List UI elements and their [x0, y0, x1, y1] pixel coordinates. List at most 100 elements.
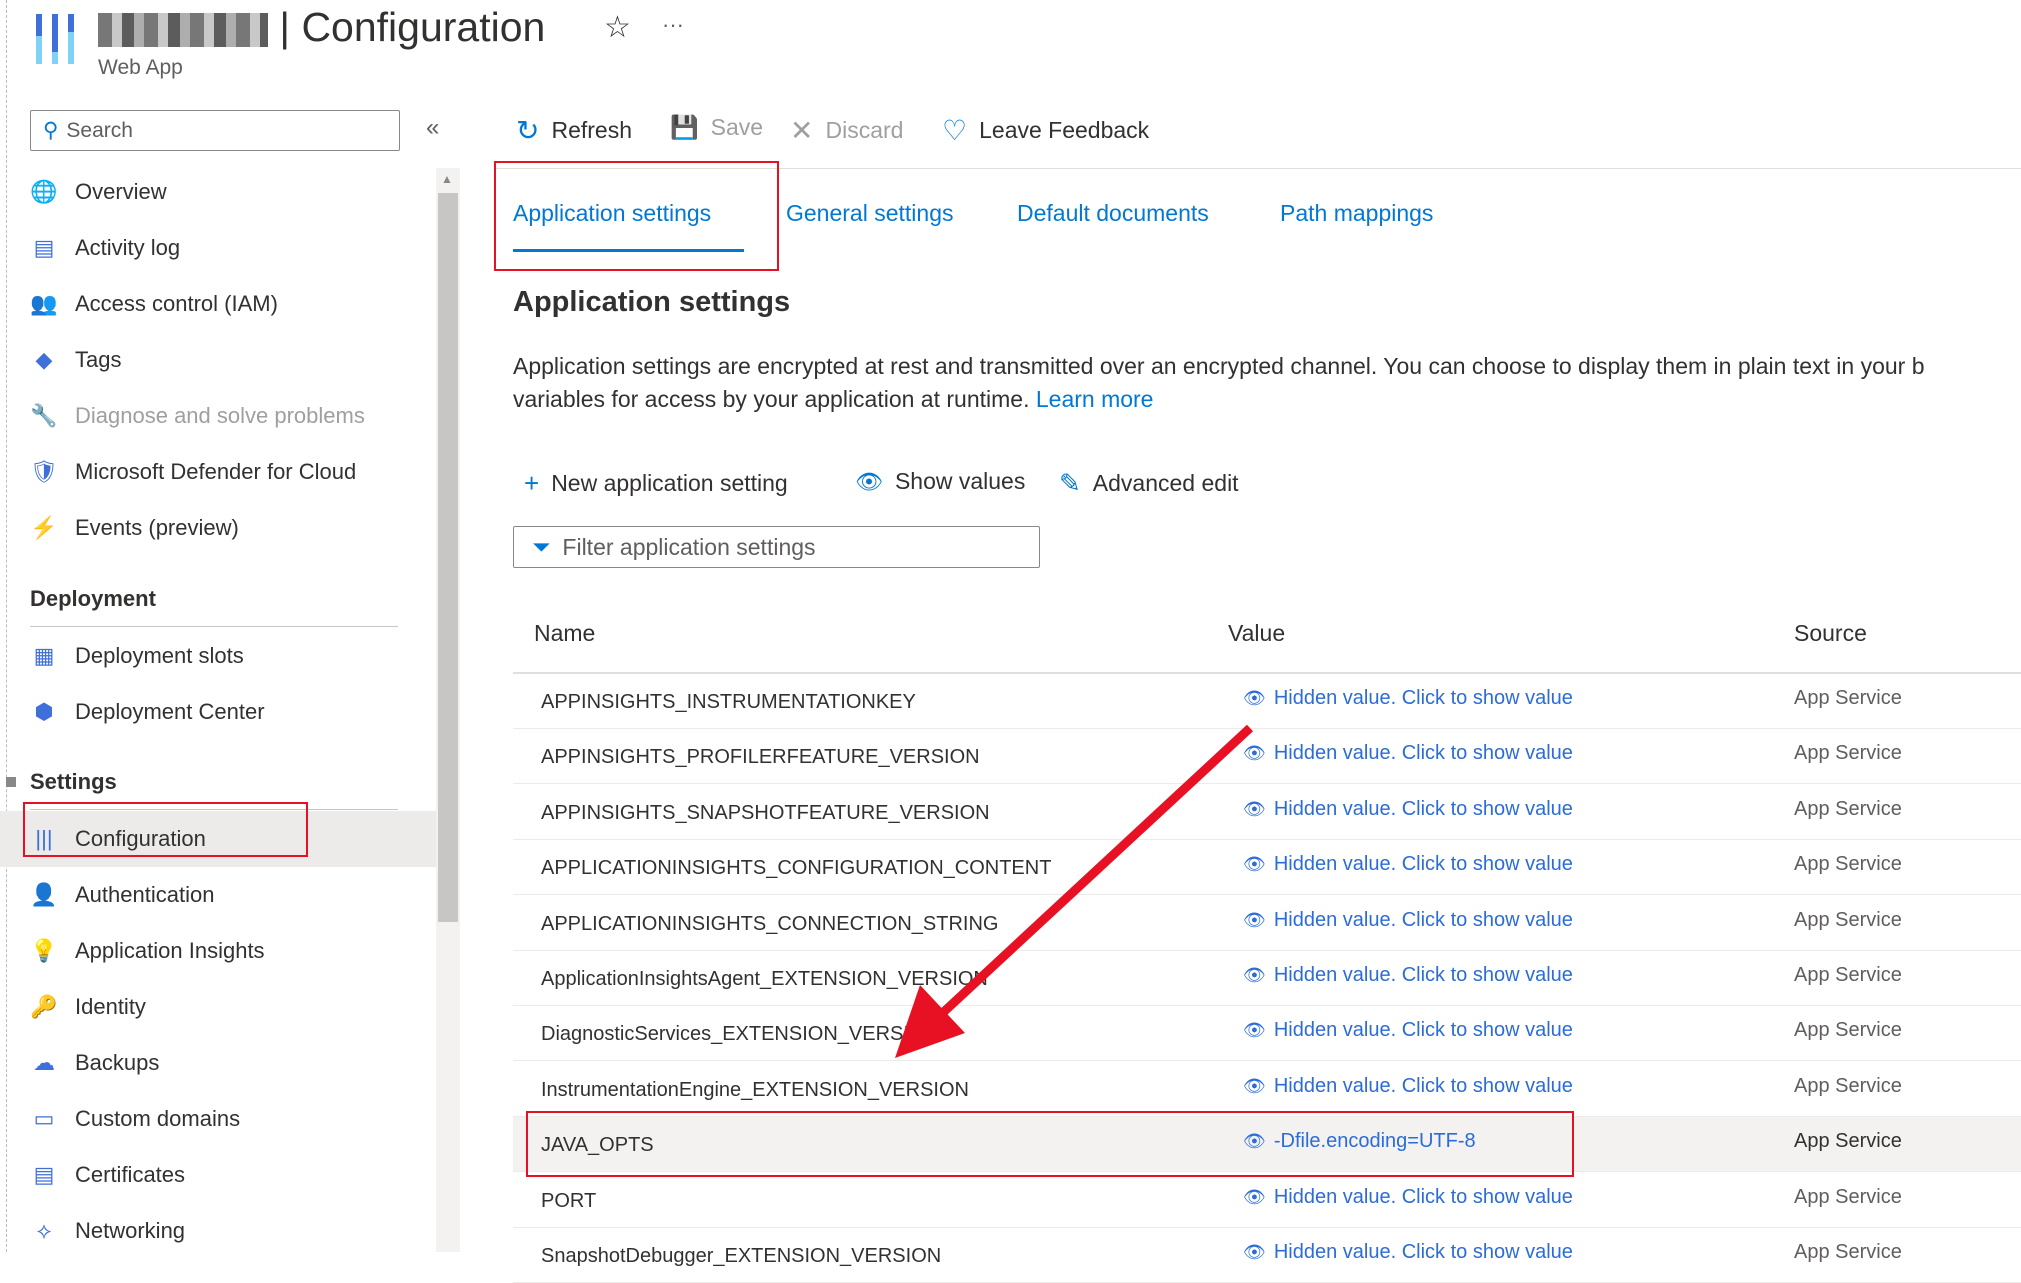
- setting-source: App Service: [1794, 1075, 1902, 1098]
- deployment-slots-icon: ▦: [30, 642, 58, 670]
- advanced-edit-button[interactable]: ✎Advanced edit: [1059, 468, 1239, 499]
- refresh-button[interactable]: ↻Refresh: [516, 114, 632, 147]
- column-header-name[interactable]: Name: [534, 620, 595, 647]
- save-button[interactable]: 💾Save: [670, 114, 763, 141]
- sidebar-item-overview[interactable]: 🌐Overview: [0, 164, 436, 220]
- column-header-value[interactable]: Value: [1228, 620, 1285, 647]
- sidebar-item-backups[interactable]: ☁Backups: [0, 1035, 436, 1091]
- table-row[interactable]: InstrumentationEngine_EXTENSION_VERSION …: [513, 1062, 2021, 1117]
- sidebar-item-diagnose-and-solve-problems[interactable]: 🔧Diagnose and solve problems: [0, 388, 436, 444]
- setting-value[interactable]: 👁Hidden value. Click to show value: [1243, 964, 1573, 987]
- save-label: Save: [711, 114, 763, 141]
- refresh-label: Refresh: [551, 117, 632, 144]
- setting-value[interactable]: 👁 Hidden value. Click to show value: [1243, 687, 1573, 710]
- filter-input[interactable]: ⏷ Filter application settings: [513, 526, 1040, 568]
- sidebar-item-identity[interactable]: 🔑Identity: [0, 979, 436, 1035]
- sidebar-item-networking[interactable]: ⟡Networking: [0, 1203, 436, 1259]
- tab-default-documents[interactable]: Default documents: [1017, 200, 1209, 227]
- setting-value[interactable]: 👁Hidden value. Click to show value: [1243, 1075, 1573, 1098]
- eye-icon[interactable]: 👁: [1243, 1020, 1266, 1041]
- setting-source: App Service: [1794, 1130, 1902, 1153]
- table-row[interactable]: DiagnosticServices_EXTENSION_VERSION 👁Hi…: [513, 1006, 2021, 1061]
- setting-source: App Service: [1794, 909, 1902, 932]
- eye-icon[interactable]: 👁: [1243, 799, 1266, 820]
- eye-icon: 👁: [855, 469, 883, 495]
- eye-icon[interactable]: 👁: [1243, 1242, 1266, 1263]
- discard-button[interactable]: ✕Discard: [790, 114, 903, 147]
- table-row[interactable]: SnapshotDebugger_EXTENSION_VERSION 👁Hidd…: [513, 1228, 2021, 1283]
- log-icon: ▤: [30, 234, 58, 262]
- table-row[interactable]: ApplicationInsightsAgent_EXTENSION_VERSI…: [513, 951, 2021, 1006]
- globe-icon: 🌐: [30, 178, 58, 206]
- authentication-icon: 👤: [30, 881, 58, 909]
- label: New application setting: [551, 470, 788, 497]
- sidebar-search-input[interactable]: ⚲ Search: [30, 110, 400, 151]
- setting-value-text: Hidden value. Click to show value: [1274, 798, 1573, 821]
- sidebar-item-events-preview[interactable]: ⚡Events (preview): [0, 500, 436, 556]
- more-icon[interactable]: ···: [662, 12, 684, 38]
- eye-icon[interactable]: 👁: [1243, 910, 1266, 931]
- setting-value-text: Hidden value. Click to show value: [1274, 1241, 1573, 1264]
- collapse-sidebar-button[interactable]: «: [426, 114, 439, 142]
- table-row[interactable]: APPINSIGHTS_PROFILERFEATURE_VERSION 👁Hid…: [513, 729, 2021, 784]
- setting-value[interactable]: 👁 Hidden value. Click to show value: [1243, 1241, 1573, 1264]
- setting-value[interactable]: 👁 Hidden value. Click to show value: [1243, 798, 1573, 821]
- setting-value-text: Hidden value. Click to show value: [1274, 1019, 1573, 1042]
- page-title-text: | Configuration: [279, 4, 545, 50]
- setting-value[interactable]: 👁Hidden value. Click to show value: [1243, 853, 1573, 876]
- eye-icon[interactable]: 👁: [1243, 854, 1266, 875]
- leave-feedback-button[interactable]: ♡Leave Feedback: [942, 114, 1149, 147]
- sidebar-item-microsoft-defender-for-cloud[interactable]: 🛡Microsoft Defender for Cloud: [0, 444, 436, 500]
- wrench-icon: 🔧: [30, 402, 58, 430]
- shield-icon: 🛡: [30, 458, 58, 486]
- sidebar-item-custom-domains[interactable]: ▭Custom domains: [0, 1091, 436, 1147]
- setting-name: APPLICATIONINSIGHTS_CONFIGURATION_CONTEN…: [541, 857, 1051, 880]
- sidebar-item-deployment-center[interactable]: ⬢Deployment Center: [0, 684, 436, 740]
- sidebar-item-authentication[interactable]: 👤 Authentication: [0, 867, 436, 923]
- sidebar-item-label: Activity log: [75, 235, 180, 261]
- tab-general-settings[interactable]: General settings: [786, 200, 953, 227]
- sidebar-item-activity-log[interactable]: ▤ Activity log: [0, 220, 436, 276]
- table-row[interactable]: APPLICATIONINSIGHTS_CONNECTION_STRING 👁H…: [513, 896, 2021, 951]
- table-row[interactable]: PORT 👁Hidden value. Click to show value …: [513, 1173, 2021, 1228]
- sidebar-item-label: Authentication: [75, 882, 214, 908]
- setting-value[interactable]: 👁 Hidden value. Click to show value: [1243, 742, 1573, 765]
- setting-value[interactable]: 👁Hidden value. Click to show value: [1243, 909, 1573, 932]
- eye-icon[interactable]: 👁: [1243, 688, 1266, 709]
- search-placeholder: Search: [66, 119, 133, 143]
- filter-placeholder: Filter application settings: [562, 534, 815, 561]
- eye-icon[interactable]: 👁: [1243, 1187, 1266, 1208]
- new-application-setting-button[interactable]: +New application setting: [524, 468, 788, 499]
- sidebar-item-deployment-slots[interactable]: ▦Deployment slots: [0, 628, 436, 684]
- sidebar-item-label: Access control (IAM): [75, 291, 278, 317]
- sidebar-item-access-control-iam[interactable]: 👥Access control (IAM): [0, 276, 436, 332]
- eye-icon[interactable]: 👁: [1243, 1076, 1266, 1097]
- column-header-source[interactable]: Source: [1794, 620, 1867, 647]
- learn-more-link[interactable]: Learn more: [1036, 386, 1154, 412]
- table-row[interactable]: APPINSIGHTS_SNAPSHOTFEATURE_VERSION 👁Hid…: [513, 785, 2021, 840]
- sidebar-item-certificates[interactable]: ▤Certificates: [0, 1147, 436, 1203]
- setting-name: APPLICATIONINSIGHTS_CONNECTION_STRING: [541, 913, 998, 936]
- sidebar-item-tags[interactable]: ◆Tags: [0, 332, 436, 388]
- setting-source: App Service: [1794, 687, 1902, 710]
- scroll-up-arrow-icon[interactable]: ▲: [441, 172, 453, 186]
- setting-value-text: Hidden value. Click to show value: [1274, 687, 1573, 710]
- label: Show values: [895, 468, 1025, 495]
- eye-icon[interactable]: 👁: [1243, 743, 1266, 764]
- setting-value-text: Hidden value. Click to show value: [1274, 742, 1573, 765]
- close-icon: ✕: [790, 114, 813, 147]
- setting-name: InstrumentationEngine_EXTENSION_VERSION: [541, 1079, 969, 1102]
- setting-value[interactable]: 👁 Hidden value. Click to show value: [1243, 1019, 1573, 1042]
- sidebar-scrollbar-thumb[interactable]: [438, 193, 458, 922]
- tab-path-mappings[interactable]: Path mappings: [1280, 200, 1433, 227]
- sidebar-item-label: Custom domains: [75, 1106, 240, 1132]
- sidebar-item-application-insights[interactable]: 💡Application Insights: [0, 923, 436, 979]
- table-row[interactable]: APPLICATIONINSIGHTS_CONFIGURATION_CONTEN…: [513, 840, 2021, 895]
- setting-value[interactable]: 👁Hidden value. Click to show value: [1243, 1186, 1573, 1209]
- star-icon[interactable]: ☆: [604, 10, 631, 45]
- show-values-button[interactable]: 👁 Show values: [855, 468, 1025, 495]
- lightning-icon: ⚡: [30, 514, 58, 542]
- eye-icon[interactable]: 👁: [1243, 965, 1266, 986]
- highlight-configuration: [23, 802, 308, 857]
- table-row[interactable]: APPINSIGHTS_INSTRUMENTATIONKEY 👁Hidden v…: [513, 674, 2021, 729]
